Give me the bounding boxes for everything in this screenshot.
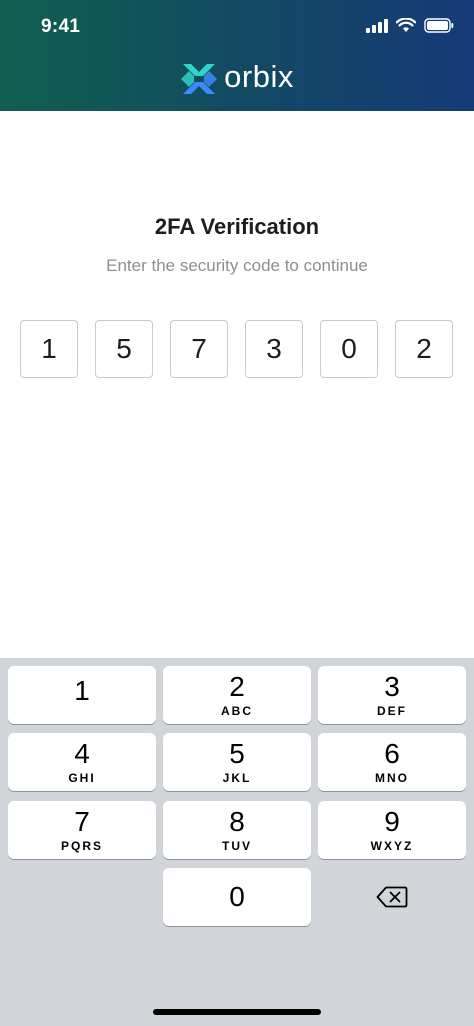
key-letters: JKL [222, 770, 252, 785]
key-digit: 2 [229, 670, 245, 702]
key-8[interactable]: 8 TUV [163, 801, 311, 859]
code-digit-4[interactable]: 3 [245, 320, 303, 378]
key-1[interactable]: 1 [8, 666, 156, 724]
app-header: 9:41 orbix [0, 0, 474, 111]
key-digit: 8 [229, 805, 245, 837]
backspace-icon [376, 886, 408, 908]
key-3[interactable]: 3 DEF [318, 666, 466, 724]
status-time: 9:41 [41, 16, 81, 37]
key-digit: 1 [74, 675, 90, 706]
orbix-logo-icon [181, 64, 218, 94]
key-letters: GHI [68, 770, 96, 785]
home-indicator [153, 1009, 321, 1015]
key-digit: 9 [384, 805, 400, 837]
key-digit: 5 [229, 737, 245, 769]
code-digit-2[interactable]: 5 [95, 320, 153, 378]
key-letters: TUV [222, 838, 252, 853]
key-0[interactable]: 0 [163, 868, 311, 926]
key-digit: 7 [74, 805, 90, 837]
key-7[interactable]: 7 PQRS [8, 801, 156, 859]
key-digit: 0 [229, 881, 245, 912]
page-title: 2FA Verification [154, 214, 320, 239]
code-digit-1[interactable]: 1 [20, 320, 78, 378]
key-letters: MNO [375, 770, 409, 785]
key-letters: PQRS [60, 838, 103, 853]
orbix-logo: orbix [0, 59, 474, 98]
delete-key[interactable] [318, 868, 466, 926]
key-5[interactable]: 5 JKL [163, 733, 311, 791]
key-letters: ABC [221, 703, 253, 718]
cellular-signal-icon [366, 18, 388, 33]
key-6[interactable]: 6 MNO [318, 733, 466, 791]
numeric-keypad: 1 2 ABC 3 DEF 4 GHI 5 JKL 6 MNO 7 PQRS 8… [0, 658, 474, 1026]
key-digit: 6 [384, 737, 400, 769]
code-digit-3[interactable]: 7 [170, 320, 228, 378]
battery-icon [424, 18, 454, 33]
key-2[interactable]: 2 ABC [163, 666, 311, 724]
code-digit-6[interactable]: 2 [395, 320, 453, 378]
key-letters: DEF [377, 703, 407, 718]
code-digit-5[interactable]: 0 [320, 320, 378, 378]
key-9[interactable]: 9 WXYZ [318, 801, 466, 859]
key-letters: WXYZ [370, 838, 414, 853]
key-digit: 3 [384, 670, 400, 702]
brand-name: orbix [224, 59, 294, 94]
key-4[interactable]: 4 GHI [8, 733, 156, 791]
status-icons [366, 18, 454, 33]
page-subtitle: Enter the security code to continue [106, 256, 368, 275]
key-digit: 4 [74, 737, 90, 769]
wifi-icon [396, 18, 416, 32]
